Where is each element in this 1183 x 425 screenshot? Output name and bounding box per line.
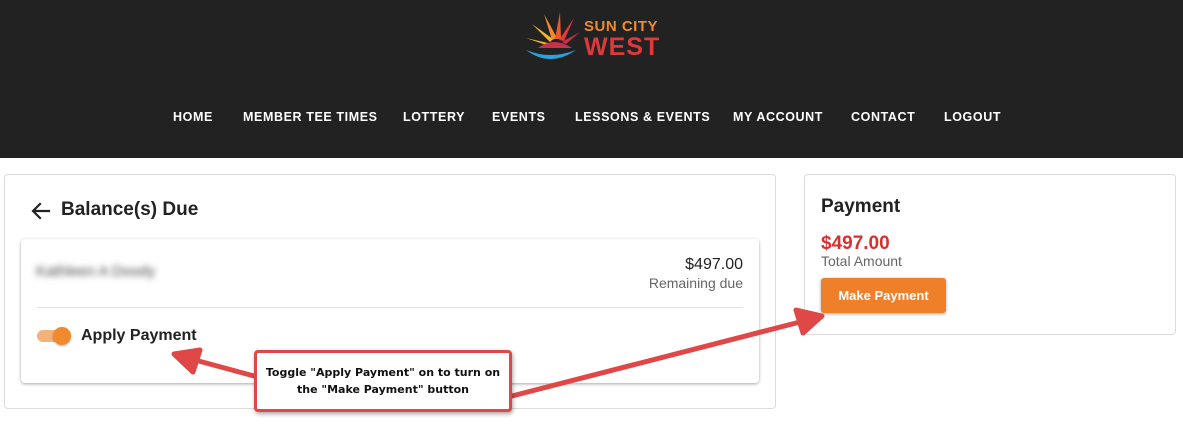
arrow-left-icon[interactable]	[30, 200, 52, 222]
annotation-callout: Toggle "Apply Payment" on to turn on the…	[254, 350, 512, 412]
divider	[37, 307, 743, 308]
payment-title: Payment	[821, 196, 901, 217]
nav-item-events[interactable]: EVENTS	[492, 110, 546, 124]
balance-amount: $497.00	[685, 256, 743, 273]
toggle-knob	[53, 327, 71, 345]
apply-payment-label[interactable]: Apply Payment	[81, 327, 197, 345]
make-payment-button[interactable]: Make Payment	[821, 278, 946, 313]
nav-item-lessons-events[interactable]: LESSONS & EVENTS	[575, 110, 710, 124]
logo-text-west: WEST	[584, 33, 661, 61]
payment-total-amount: $497.00	[821, 233, 890, 254]
remaining-due-label: Remaining due	[648, 275, 743, 291]
nav-item-contact[interactable]: CONTACT	[851, 110, 915, 124]
nav-item-lottery[interactable]: LOTTERY	[403, 110, 465, 124]
nav-item-member-tee-times[interactable]: MEMBER TEE TIMES	[243, 110, 378, 124]
total-amount-label: Total Amount	[821, 253, 902, 269]
nav-item-home[interactable]: HOME	[173, 110, 213, 124]
main-nav: HOME MEMBER TEE TIMES LOTTERY EVENTS LES…	[0, 110, 1183, 128]
member-name: Kathleen A Doody	[36, 263, 156, 280]
apply-payment-toggle[interactable]	[37, 327, 73, 345]
nav-item-my-account[interactable]: MY ACCOUNT	[733, 110, 823, 124]
page-title: Balance(s) Due	[61, 199, 199, 220]
site-header: SUN CITY WEST HOME MEMBER TEE TIMES LOTT…	[0, 0, 1183, 158]
nav-item-logout[interactable]: LOGOUT	[944, 110, 1001, 124]
